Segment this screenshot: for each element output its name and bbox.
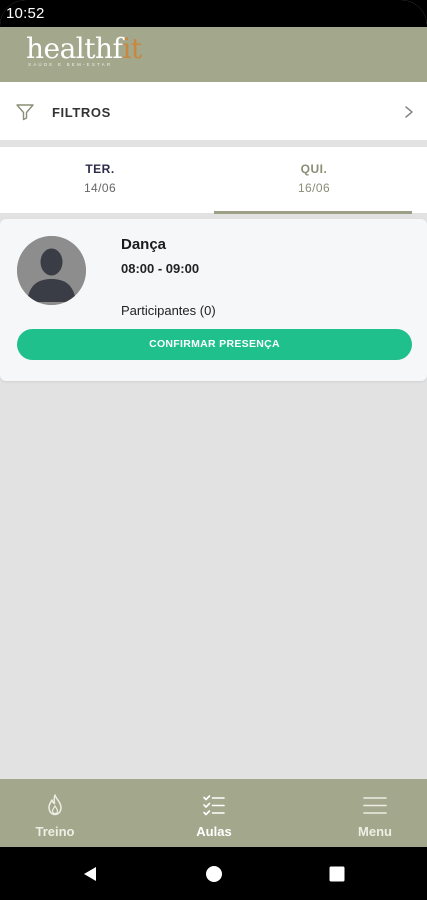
- home-icon[interactable]: [205, 865, 223, 883]
- bottom-nav: Treino Aulas Menu: [0, 779, 427, 847]
- logo-wordmark: healthfit: [26, 32, 142, 65]
- flame-icon: [48, 794, 62, 816]
- app-header: healthfit SAÚDE E BEM-ESTAR: [0, 27, 427, 82]
- android-nav-bar: [0, 847, 427, 900]
- tab-day-qui[interactable]: QUI. 16/06: [214, 147, 414, 213]
- avatar: [17, 236, 86, 305]
- class-time: 08:00 - 09:00: [121, 261, 200, 276]
- status-time: 10:52: [6, 5, 45, 22]
- status-bar: 10:52: [0, 0, 427, 27]
- nav-item-menu[interactable]: Menu: [320, 779, 427, 847]
- nav-label: Aulas: [196, 824, 232, 839]
- participants-count[interactable]: Participantes (0): [121, 303, 216, 318]
- selected-tab-indicator: [214, 211, 412, 214]
- checklist-icon: [203, 795, 225, 816]
- chevron-right-icon: [405, 106, 413, 118]
- user-silhouette-icon: [17, 236, 86, 305]
- filter-icon: [16, 104, 34, 121]
- tab-day-name: QUI.: [300, 162, 328, 176]
- tab-day-date: 14/06: [83, 181, 117, 195]
- tab-day-ter[interactable]: TER. 14/06: [0, 147, 200, 213]
- filters-bar[interactable]: FILTROS: [0, 82, 427, 140]
- recents-icon[interactable]: [328, 865, 346, 883]
- healthfit-logo: healthfit SAÚDE E BEM-ESTAR: [26, 33, 156, 73]
- tab-day-name: TER.: [85, 162, 115, 176]
- class-name: Dança: [121, 236, 167, 253]
- nav-item-treino[interactable]: Treino: [0, 779, 110, 847]
- filters-label: FILTROS: [52, 105, 111, 120]
- day-tabs: TER. 14/06 QUI. 16/06: [0, 147, 427, 213]
- tab-day-date: 16/06: [297, 181, 331, 195]
- hamburger-icon: [363, 797, 387, 814]
- nav-label: Treino: [35, 824, 75, 839]
- nav-label: Menu: [358, 824, 392, 839]
- class-card[interactable]: Dança 08:00 - 09:00 Participantes (0) CO…: [0, 219, 427, 381]
- confirm-attendance-button[interactable]: CONFIRMAR PRESENÇA: [17, 329, 412, 360]
- app-screen: 10:52 healthfit SAÚDE E BEM-ESTAR FILTRO…: [0, 0, 427, 900]
- back-icon[interactable]: [81, 865, 99, 883]
- nav-item-aulas[interactable]: Aulas: [159, 779, 269, 847]
